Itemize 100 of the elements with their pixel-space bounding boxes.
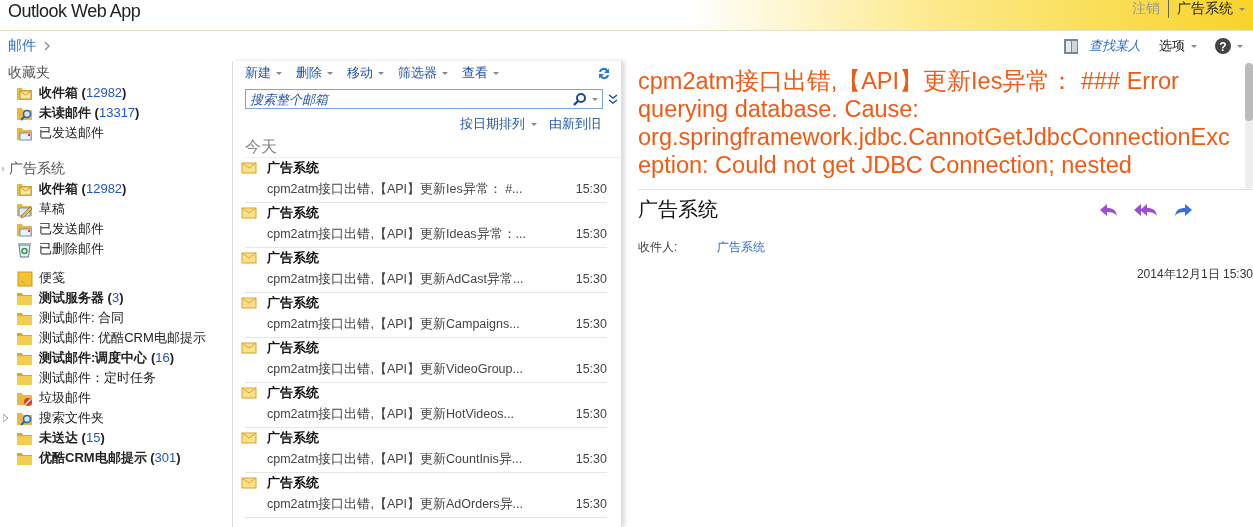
recipient-label: 收件人: — [638, 239, 678, 256]
message-item[interactable]: 广告系统 cpm2atm接口出错,【API】更新HotVideos... 15:30 — [245, 383, 607, 428]
folder-item[interactable]: 测试邮件:调度中心 (16) — [39, 349, 175, 367]
toolbar-menu[interactable]: 移动 — [347, 64, 384, 82]
toolbar-menu[interactable]: 新建 — [245, 64, 282, 82]
message-preview: cpm2atm接口出错,【API】更新AdOrders异... — [267, 495, 524, 513]
app-logo: Outlook Web App — [7, 0, 141, 22]
folder-item[interactable]: 垃圾邮件 — [39, 389, 91, 407]
message-sender: 广告系统 — [267, 339, 320, 357]
forward-icon — [1174, 201, 1193, 218]
envelope-icon — [241, 432, 257, 444]
folder-item[interactable]: 测试服务器 (3) — [39, 289, 124, 307]
refresh-icon — [596, 65, 611, 81]
toolbar-menu[interactable]: 删除 — [296, 64, 333, 82]
caret-icon — [592, 98, 598, 101]
reply-icon — [1099, 201, 1118, 218]
caret-icon — [531, 122, 537, 126]
folder-item[interactable]: 收件箱 (12982) — [39, 180, 127, 198]
message-sender: 广告系统 — [267, 294, 320, 312]
message-time: 15:30 — [575, 227, 607, 241]
trash-bin-icon — [16, 240, 33, 258]
caret-icon — [327, 71, 333, 75]
mail-breadcrumb[interactable]: 邮件 — [8, 37, 36, 55]
message-sender: 广告系统 — [267, 429, 320, 447]
message-time: 15:30 — [575, 182, 607, 196]
chevron-icon — [44, 41, 51, 51]
folder-group-title[interactable]: 收藏夹 — [8, 64, 50, 82]
message-sender: 广告系统 — [267, 384, 320, 402]
envelope-icon — [241, 162, 257, 174]
message-item[interactable]: 广告系统 cpm2atm接口出错,【API】更新Campaigns... 15:30 — [245, 293, 607, 338]
sender-name: 广告系统 — [638, 197, 718, 222]
folder-item[interactable]: 收件箱 (12982) — [39, 84, 127, 102]
folder-item[interactable]: 已删除邮件 — [39, 240, 104, 258]
reply-all-icon — [1134, 201, 1158, 218]
message-item[interactable]: 广告系统 cpm2atm接口出错,【API】更新VideoGroup... 15:30 — [245, 338, 607, 383]
message-subject: cpm2atm接口出错,【API】更新Ies异常： ### Error querying database. Cause: org.springframework.jdbc.CannotGetJdbcConnectionException: Could not get JDBC Connection; nested — [638, 67, 1231, 180]
folder-item[interactable]: 测试邮件: 合同 — [39, 309, 125, 327]
envelope-icon — [241, 297, 257, 309]
message-sender: 广告系统 — [267, 474, 320, 492]
message-time: 15:30 — [575, 497, 607, 511]
sort-by-menu[interactable]: 按日期排列 — [460, 115, 537, 133]
folder-item[interactable]: 搜索文件夹 — [39, 409, 104, 427]
message-item[interactable]: 广告系统 cpm2atm接口出错,【API】更新AdCast异常... 15:30 — [245, 248, 607, 293]
sort-order-link[interactable]: 由新到旧 — [549, 115, 601, 133]
message-preview: cpm2atm接口出错,【API】更新CountInis异... — [267, 450, 524, 468]
sticky-note-icon — [16, 269, 33, 287]
envelope-icon — [241, 252, 257, 264]
date-group-header: 今天 — [245, 137, 621, 158]
caret-icon — [1239, 7, 1245, 11]
options-menu[interactable]: 选项 — [1159, 37, 1197, 55]
envelope-icon — [241, 207, 257, 219]
caret-icon — [378, 71, 384, 75]
message-preview: cpm2atm接口出错,【API】更新HotVideos... — [267, 405, 515, 423]
message-time: 15:30 — [575, 452, 607, 466]
caret-icon — [1191, 44, 1197, 48]
caret-icon — [442, 71, 448, 75]
toolbar-menu[interactable]: 筛选器 — [398, 64, 448, 82]
message-sender: 广告系统 — [267, 249, 320, 267]
caret-icon — [1237, 44, 1243, 48]
message-time: 15:30 — [575, 362, 607, 376]
message-item[interactable]: 广告系统 cpm2atm接口出错,【API】更新Ideas异常：... 15:30 — [245, 203, 607, 248]
recipient-link[interactable]: 广告系统 — [717, 239, 766, 256]
caret-icon — [493, 71, 499, 75]
double-chevron-icon — [608, 94, 618, 104]
message-item[interactable]: 广告系统 cpm2atm接口出错,【API】更新AdOrders异... 15:30 — [245, 473, 607, 518]
message-preview: cpm2atm接口出错,【API】更新Ies异常： #... — [267, 180, 524, 198]
search-icon[interactable] — [573, 93, 586, 106]
caret-icon — [276, 71, 282, 75]
envelope-icon — [241, 387, 257, 399]
folder-item[interactable]: 测试邮件: 优酷CRM电邮提示 — [39, 329, 206, 347]
message-preview: cpm2atm接口出错,【API】更新VideoGroup... — [267, 360, 524, 378]
folder-item[interactable]: 便笺 — [39, 269, 65, 287]
folder-item[interactable]: 草稿 — [39, 200, 65, 218]
message-item[interactable]: 广告系统 cpm2atm接口出错,【API】更新CountInis异... 15:30 — [245, 428, 607, 473]
folder-item[interactable]: 已发送邮件 — [39, 220, 104, 238]
message-preview: cpm2atm接口出错,【API】更新AdCast异常... — [267, 270, 525, 288]
message-sender: 广告系统 — [267, 159, 320, 177]
message-time: 15:30 — [575, 317, 607, 331]
search-field[interactable]: 搜索整个邮箱 — [245, 89, 603, 109]
message-time: 15:30 — [575, 407, 607, 421]
folder-item[interactable]: 已发送邮件 — [39, 124, 104, 142]
message-sender: 广告系统 — [267, 204, 320, 222]
address-book-icon — [1063, 37, 1079, 55]
folder-item[interactable]: 未送达 (15) — [39, 429, 105, 447]
account-menu[interactable]: 广告系统 — [1177, 0, 1245, 18]
message-date: 2014年12月1日 15:30 — [1136, 266, 1253, 283]
help-icon[interactable]: ? — [1215, 38, 1231, 54]
message-preview: cpm2atm接口出错,【API】更新Ideas异常：... — [267, 225, 528, 243]
envelope-icon — [241, 477, 257, 489]
envelope-icon — [241, 342, 257, 354]
folder-group-title[interactable]: 广告系统 — [9, 160, 65, 178]
message-item[interactable]: 广告系统 cpm2atm接口出错,【API】更新Ies异常： #... 15:30 — [245, 158, 607, 203]
folder-item[interactable]: 测试邮件：定时任务 — [39, 369, 156, 387]
toolbar-menu[interactable]: 查看 — [462, 64, 499, 82]
scrollbar[interactable] — [1245, 63, 1253, 189]
message-time: 15:30 — [575, 272, 607, 286]
find-someone-link[interactable]: 查找某人 — [1089, 37, 1141, 55]
message-preview: cpm2atm接口出错,【API】更新Campaigns... — [267, 315, 521, 333]
folder-item[interactable]: 优酷CRM电邮提示 (301) — [39, 449, 181, 467]
folder-item[interactable]: 未读邮件 (13317) — [39, 104, 140, 122]
